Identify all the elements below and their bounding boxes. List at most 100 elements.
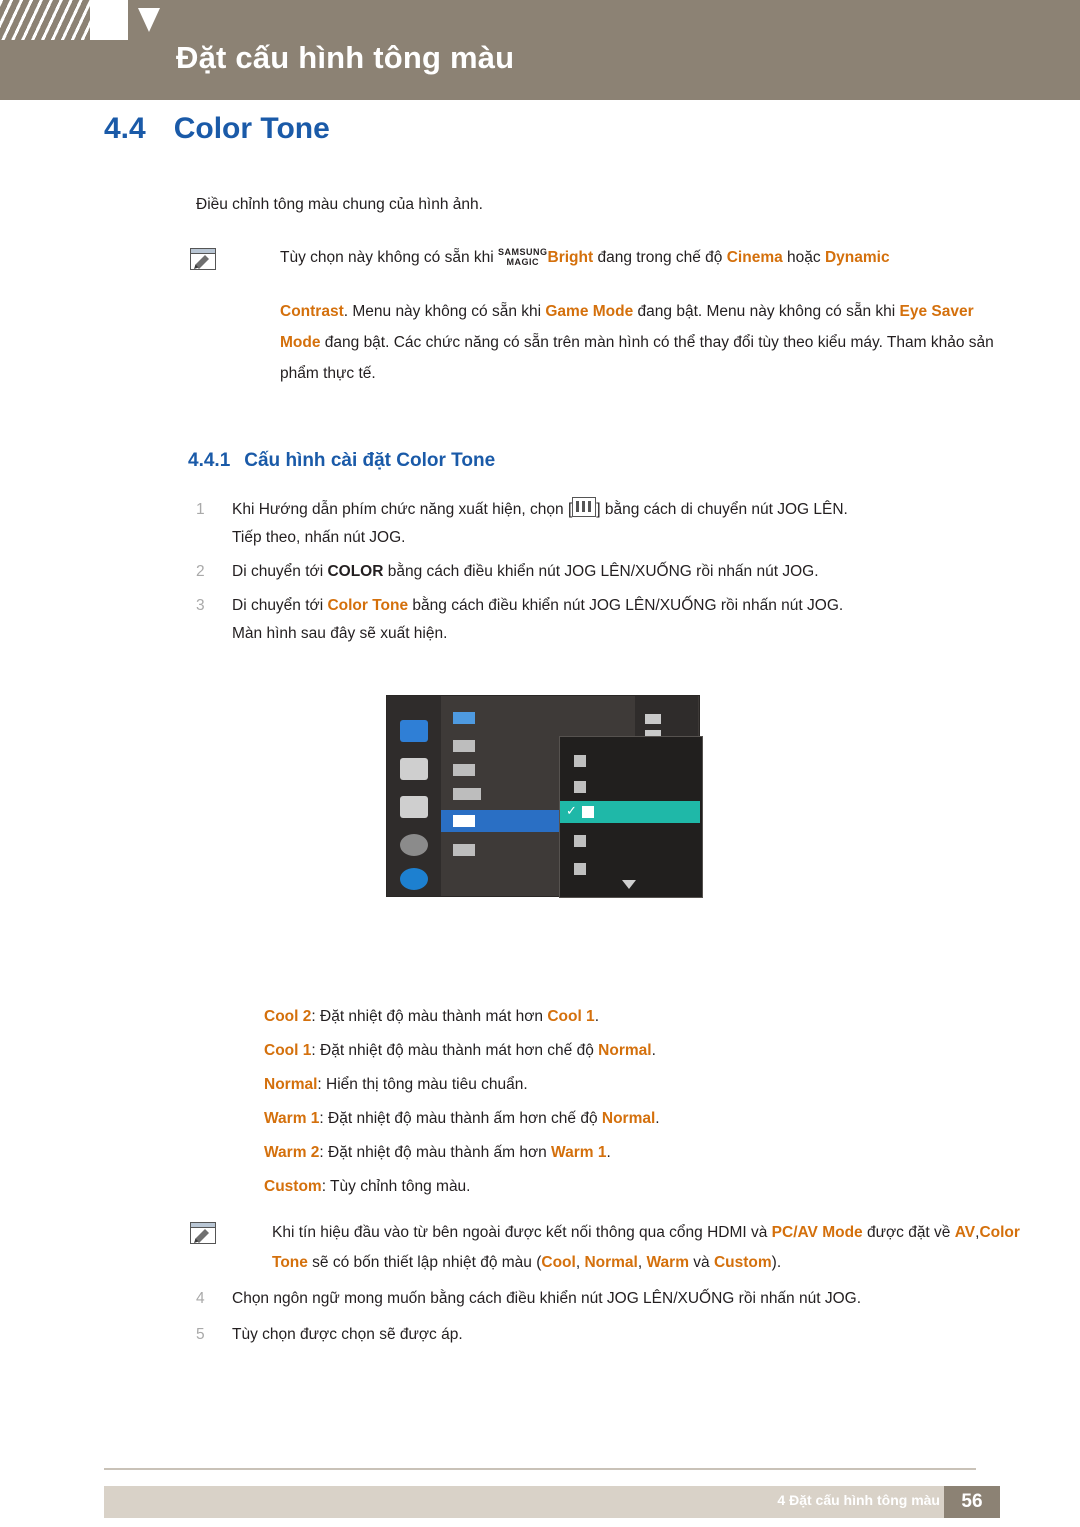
option-label: Normal [264, 1076, 318, 1093]
step-text-c: Màn hình sau đây sẽ xuất hiện. [232, 625, 448, 642]
step-marker: 5 [196, 1326, 205, 1343]
note-line-1-period: . [343, 303, 349, 320]
section-intro-text: Điều chỉnh tông màu chung của hình ảnh. [196, 196, 483, 213]
step-text-a: Khi Hướng dẫn phím chức năng xuất hiện, … [232, 501, 573, 518]
step-text-a: Di chuyển tới [232, 563, 328, 580]
header-arrow-icon [128, 0, 170, 40]
note-contrast-term: Contrast [280, 303, 344, 320]
option-text-b: . [651, 1042, 656, 1059]
note2-pcav-term: PC/AV Mode [771, 1224, 863, 1241]
note2-part-d: và [688, 1254, 714, 1271]
note2-av-term: AV [954, 1224, 976, 1241]
option-ref: Cool 1 [547, 1008, 595, 1025]
page-title: Đặt cấu hình tông màu [176, 40, 515, 75]
note-line-1-part-b: đang trong chế độ [593, 249, 727, 266]
note-line-3-part-b: đang bật. [320, 334, 390, 351]
chevron-down-icon [622, 880, 636, 889]
osd-right-item [645, 714, 661, 724]
osd-menu-item [453, 788, 481, 800]
option-text-b: . [655, 1110, 660, 1127]
option-sep: : [317, 1076, 327, 1093]
option-sep: : [319, 1110, 329, 1127]
footer-chapter-label: 4 Đặt cấu hình tông màu [777, 1492, 940, 1508]
option-text-a: Đặt nhiệt độ màu thành ấm hơn [328, 1144, 552, 1161]
option-label: Cool 1 [264, 1042, 312, 1059]
option-text-a: Đặt nhiệt độ màu thành ấm hơn chế độ [328, 1110, 602, 1127]
list-item: 4 Chọn ngôn ngữ mong muốn bằng cách điều… [196, 1285, 996, 1313]
list-item: 3 Di chuyển tới Color Tone bằng cách điề… [196, 592, 996, 648]
jog-menu-icon [572, 497, 597, 517]
note2-normal-term: Normal [584, 1254, 638, 1271]
step-text: Tùy chọn được chọn sẽ được áp. [232, 1326, 463, 1343]
list-item: Custom: Tùy chỉnh tông màu. [264, 1170, 1024, 1204]
header-hatch-decoration [0, 0, 90, 40]
osd-color-tone-popup: ✓ [559, 736, 703, 898]
osd-picture-icon [400, 720, 428, 742]
osd-menu-item [453, 764, 475, 776]
steps-list: 1 Khi Hướng dẫn phím chức năng xuất hiện… [196, 496, 996, 654]
list-item: 5 Tùy chọn được chọn sẽ được áp. [196, 1321, 996, 1349]
note2-cool-term: Cool [541, 1254, 576, 1271]
step-marker: 4 [196, 1290, 205, 1307]
option-text-a: Tùy chỉnh tông màu. [330, 1178, 471, 1195]
list-item: Warm 2: Đặt nhiệt độ màu thành ấm hơn Wa… [264, 1136, 1024, 1170]
note-line-2: Menu này không có sẵn khi Game Mode đang… [352, 303, 702, 320]
list-item: 1 Khi Hướng dẫn phím chức năng xuất hiện… [196, 496, 996, 552]
note2-warm-term: Warm [646, 1254, 689, 1271]
page-number: 56 [944, 1486, 1000, 1518]
note2-custom-term: Custom [713, 1254, 772, 1271]
subsection-title: Cấu hình cài đặt Color Tone [244, 450, 496, 471]
option-label: Warm 2 [264, 1144, 320, 1161]
subsection-heading: 4.4.1 Cấu hình cài đặt Color Tone [188, 450, 495, 472]
check-icon: ✓ [566, 803, 577, 818]
option-label: Warm 1 [264, 1110, 320, 1127]
steps-list-continued: 4 Chọn ngôn ngữ mong muốn bằng cách điều… [196, 1285, 996, 1357]
note2-part-c: sẽ có bốn thiết lập nhiệt độ màu ( [307, 1254, 542, 1271]
color-tone-options-list: Cool 2: Đặt nhiệt độ màu thành mát hơn C… [264, 1000, 1024, 1204]
note-game-mode-term: Game Mode [545, 303, 634, 320]
header-white-block [90, 0, 128, 40]
option-text-a: Đặt nhiệt độ màu thành mát hơn [320, 1008, 548, 1025]
note2-part-b: được đặt về [862, 1224, 955, 1241]
note-cinema-term: Cinema [726, 249, 783, 266]
note-dynamic-term: Dynamic [824, 249, 890, 266]
option-sep: : [311, 1008, 320, 1025]
list-item: Cool 2: Đặt nhiệt độ màu thành mát hơn C… [264, 1000, 1024, 1034]
osd-menu-title [453, 712, 475, 724]
option-sep: : [319, 1144, 329, 1161]
option-ref: Warm 1 [551, 1144, 607, 1161]
step-text: Chọn ngôn ngữ mong muốn bằng cách điều k… [232, 1290, 862, 1307]
osd-icon-column [387, 696, 441, 896]
osd-info-icon [400, 868, 428, 890]
option-label: Custom [264, 1178, 322, 1195]
option-text-b: . [594, 1008, 599, 1025]
option-text-a: Hiển thị tông màu tiêu chuẩn. [326, 1076, 528, 1093]
samsung-magic-label: SAMSUNG MAGIC [498, 247, 548, 267]
note-pencil-icon [190, 1222, 216, 1244]
list-item: Normal: Hiển thị tông màu tiêu chuẩn. [264, 1068, 1024, 1102]
step-text-b: bằng cách điều khiển nút JOG LÊN/XUỐNG r… [383, 563, 819, 580]
option-text-b: . [606, 1144, 611, 1161]
osd-settings-gear-icon [400, 834, 428, 856]
osd-popup-option [574, 781, 586, 793]
step-text-b: ] bằng cách di chuyển nút JOG LÊN. [596, 501, 848, 518]
note-bright-term: Bright [547, 249, 594, 266]
note-line-2-part-a: Menu này không có sẵn khi [352, 303, 546, 320]
note-block-2: Khi tín hiệu đầu vào từ bên ngoài được k… [272, 1218, 1020, 1278]
subsection-number: 4.4.1 [188, 450, 231, 471]
list-item: Cool 1: Đặt nhiệt độ màu thành mát hơn c… [264, 1034, 1024, 1068]
note-block-1-rest: Contrast. Menu này không có sẵn khi Game… [280, 296, 1000, 389]
magic-top: SAMSUNG [498, 246, 548, 257]
magic-bottom: MAGIC [506, 256, 539, 267]
section-title: Color Tone [173, 112, 330, 145]
osd-menu-item [453, 844, 475, 856]
note-block-1: Tùy chọn này không có sẵn khi SAMSUNG MAG… [280, 243, 980, 274]
osd-display-icon [400, 796, 428, 818]
option-text-a: Đặt nhiệt độ màu thành mát hơn chế độ [320, 1042, 599, 1059]
step-marker: 1 [196, 501, 205, 518]
option-ref: Normal [598, 1042, 652, 1059]
option-label: Cool 2 [264, 1008, 312, 1025]
osd-popup-option [574, 863, 586, 875]
note-line-1: Tùy chọn này không có sẵn khi SAMSUNG MAG… [280, 243, 980, 272]
option-sep: : [311, 1042, 320, 1059]
